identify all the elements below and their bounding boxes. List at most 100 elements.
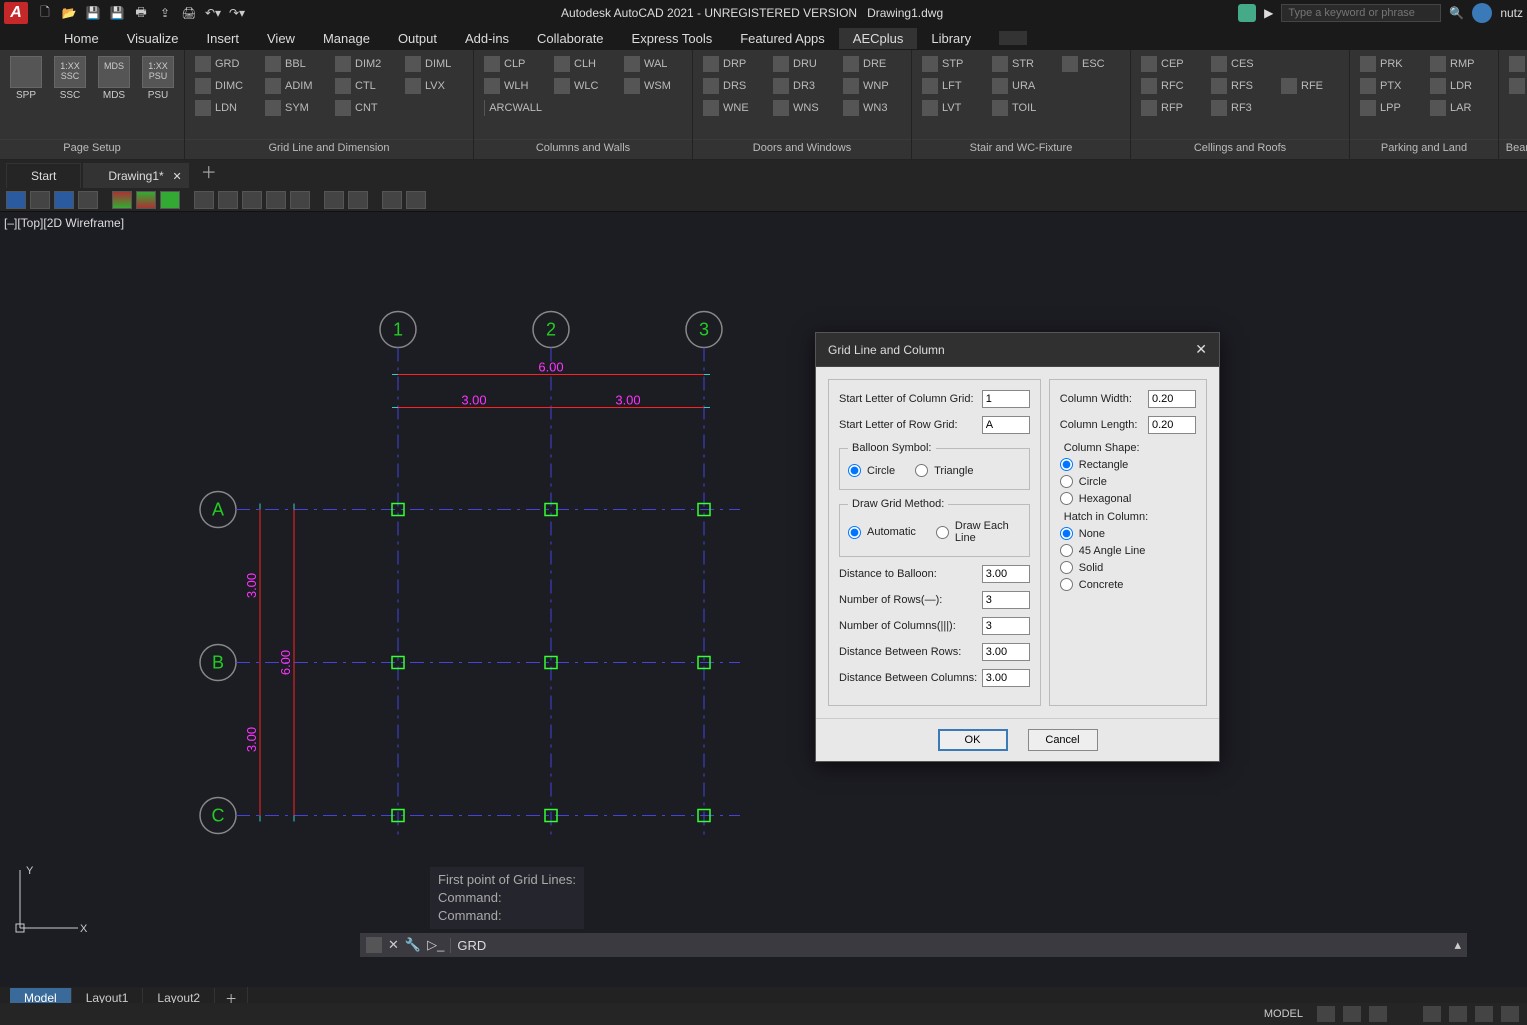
cmd-adim[interactable]: ADIM <box>261 76 327 96</box>
input-dist-rows[interactable] <box>982 643 1030 661</box>
cmd-lar[interactable]: LAR <box>1426 98 1492 118</box>
cmd-dim2[interactable]: DIM2 <box>331 54 397 74</box>
cmd-lft[interactable]: LFT <box>918 76 984 96</box>
cmd-bbl[interactable]: BBL <box>261 54 327 74</box>
cmd-handle-icon[interactable] <box>366 937 382 953</box>
tool-9[interactable] <box>218 191 238 209</box>
status-more-icon[interactable] <box>1369 1006 1387 1022</box>
menu-library[interactable]: Library <box>917 28 985 49</box>
cmd-cnt[interactable]: CNT <box>331 98 397 118</box>
cmd-ces[interactable]: CES <box>1207 54 1273 74</box>
tool-h[interactable] <box>6 191 26 209</box>
input-start-col[interactable] <box>982 390 1030 408</box>
cmd-rfs[interactable]: RFS <box>1207 76 1273 96</box>
cmd-wal[interactable]: WAL <box>620 54 686 74</box>
cancel-button[interactable]: Cancel <box>1028 729 1098 751</box>
viewport-label[interactable]: [–][Top][2D Wireframe] <box>4 216 124 230</box>
ribbon-big-mds[interactable]: MDSMDS <box>94 54 134 103</box>
tool-6[interactable] <box>136 191 156 209</box>
tool-16[interactable] <box>406 191 426 209</box>
cmd-dre[interactable]: DRE <box>839 54 905 74</box>
cmd-lvx[interactable]: LVX <box>401 76 467 96</box>
save-icon[interactable]: 💾 <box>84 4 102 22</box>
tool-7[interactable] <box>160 191 180 209</box>
menu-view[interactable]: View <box>253 28 309 49</box>
tab-drawing1[interactable]: Drawing1*✕ <box>83 163 188 188</box>
user-name[interactable]: nutz <box>1500 6 1523 20</box>
tool-s[interactable] <box>54 191 74 209</box>
command-input[interactable]: GRD <box>450 938 1448 953</box>
cmd-stc[interactable]: STC <box>1505 76 1527 96</box>
ok-button[interactable]: OK <box>938 729 1008 751</box>
cmd-rf3[interactable]: RF3 <box>1207 98 1273 118</box>
menu-home[interactable]: Home <box>50 28 113 49</box>
radio-automatic[interactable]: Automatic <box>848 520 916 544</box>
cmd-clh[interactable]: CLH <box>550 54 616 74</box>
undo-icon[interactable]: ↶▾ <box>204 4 222 22</box>
cmd-ldr[interactable]: LDR <box>1426 76 1492 96</box>
tool-15[interactable] <box>382 191 402 209</box>
status-b4-icon[interactable] <box>1501 1006 1519 1022</box>
open-icon[interactable]: 📂 <box>60 4 78 22</box>
cmd-dimc[interactable]: DIMC <box>191 76 257 96</box>
cmd-drs[interactable]: DRS <box>699 76 765 96</box>
input-col-width[interactable] <box>1148 390 1196 408</box>
print-icon[interactable]: 🖨 <box>180 4 198 22</box>
cmd-ptx[interactable]: PTX <box>1356 76 1422 96</box>
radio-triangle[interactable]: Triangle <box>915 464 973 477</box>
menu-insert[interactable]: Insert <box>192 28 253 49</box>
cmd-lvt[interactable]: LVT <box>918 98 984 118</box>
help-arrow-icon[interactable]: ▶ <box>1264 6 1273 20</box>
tool-12[interactable] <box>290 191 310 209</box>
cmd-dru[interactable]: DRU <box>769 54 835 74</box>
cmd-wlh[interactable]: WLH <box>480 76 546 96</box>
ucs-icon[interactable]: Y X <box>8 860 88 943</box>
cmd-wns[interactable]: WNS <box>769 98 835 118</box>
cmd-ura[interactable]: URA <box>988 76 1054 96</box>
input-dist-balloon[interactable] <box>982 565 1030 583</box>
share-icon[interactable] <box>1238 4 1256 22</box>
cmd-str[interactable]: STR <box>988 54 1054 74</box>
input-dist-cols[interactable] <box>982 669 1030 687</box>
status-model[interactable]: MODEL <box>1258 1008 1309 1020</box>
menu-collaborate[interactable]: Collaborate <box>523 28 618 49</box>
status-grid-icon[interactable] <box>1317 1006 1335 1022</box>
input-start-row[interactable] <box>982 416 1030 434</box>
menu-aecplus[interactable]: AECplus <box>839 28 918 49</box>
ribbon-big-ssc[interactable]: 1:XX SSCSSC <box>50 54 90 103</box>
input-col-length[interactable] <box>1148 416 1196 434</box>
cmd-lpp[interactable]: LPP <box>1356 98 1422 118</box>
radio-rectangle[interactable]: Rectangle <box>1060 458 1196 471</box>
cmd-wsm[interactable]: WSM <box>620 76 686 96</box>
radio-hexagonal[interactable]: Hexagonal <box>1060 492 1196 505</box>
cmd-wrench-icon[interactable]: 🔧 <box>405 937 421 953</box>
status-snap-icon[interactable] <box>1343 1006 1361 1022</box>
radio-circle-shape[interactable]: Circle <box>1060 475 1196 488</box>
command-line[interactable]: ✕ 🔧 ▷_ GRD ▴ <box>360 933 1467 957</box>
color-swatch[interactable] <box>999 31 1027 45</box>
status-b2-icon[interactable] <box>1449 1006 1467 1022</box>
cmd-wlc[interactable]: WLC <box>550 76 616 96</box>
cmd-esc[interactable]: ESC <box>1058 54 1124 74</box>
cmd-cep[interactable]: CEP <box>1137 54 1203 74</box>
cmd-close-icon[interactable]: ✕ <box>388 937 399 953</box>
cmd-rmp[interactable]: RMP <box>1426 54 1492 74</box>
menu-visualize[interactable]: Visualize <box>113 28 193 49</box>
input-num-cols[interactable] <box>982 617 1030 635</box>
tool-2[interactable] <box>30 191 50 209</box>
cmd-toil[interactable]: TOIL <box>988 98 1054 118</box>
publish-icon[interactable]: ⇪ <box>156 4 174 22</box>
cmd-expand-icon[interactable]: ▴ <box>1454 937 1461 953</box>
tool-8[interactable] <box>194 191 214 209</box>
tool-5[interactable] <box>112 191 132 209</box>
radio-concrete[interactable]: Concrete <box>1060 578 1196 591</box>
user-avatar[interactable] <box>1472 3 1492 23</box>
cmd-ldn[interactable]: LDN <box>191 98 257 118</box>
radio-solid[interactable]: Solid <box>1060 561 1196 574</box>
app-logo[interactable]: A <box>4 2 28 24</box>
cmd-rfe[interactable]: RFE <box>1277 76 1343 96</box>
redo-icon[interactable]: ↷▾ <box>228 4 246 22</box>
radio-none[interactable]: None <box>1060 527 1196 540</box>
cmd-wne[interactable]: WNE <box>699 98 765 118</box>
menu-addins[interactable]: Add-ins <box>451 28 523 49</box>
